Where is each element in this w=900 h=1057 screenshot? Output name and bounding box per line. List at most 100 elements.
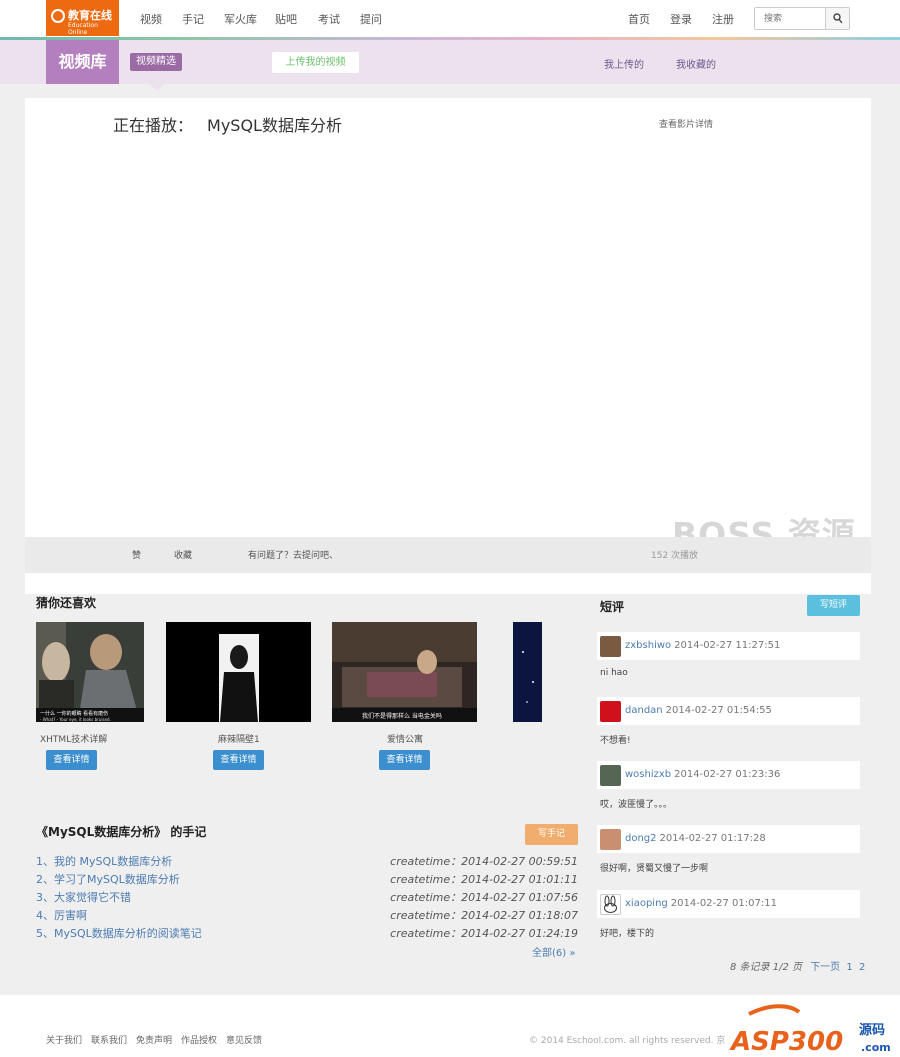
search-input[interactable] xyxy=(754,7,826,30)
nav-home[interactable]: 首页 xyxy=(628,11,650,27)
review-time: 2014-02-27 01:23:36 xyxy=(674,769,781,780)
video-library-title: 视频库 xyxy=(46,40,119,84)
note-title[interactable]: 4、厉害啊 xyxy=(36,907,87,923)
nav-login[interactable]: 登录 xyxy=(670,11,692,27)
video-caption[interactable]: 麻辣隔壁1 xyxy=(218,732,260,745)
next-page-link[interactable]: 下一页 xyxy=(810,962,840,973)
video-thumbnail[interactable]: 我们不是得那样么 当电金关吗 xyxy=(332,622,477,722)
note-title[interactable]: 1、我的 MySQL数据库分析 xyxy=(36,853,172,869)
footer-contact-link[interactable]: 联系我们 xyxy=(91,1033,127,1046)
video-detail-link[interactable]: 查看影片详情 xyxy=(659,117,713,130)
video-thumbnail[interactable] xyxy=(166,622,311,722)
avatar[interactable] xyxy=(600,894,621,915)
nav-video[interactable]: 视频 xyxy=(140,11,162,27)
page-link-2[interactable]: 2 xyxy=(859,962,865,973)
review-text: 哎，波匪慢了。。。 xyxy=(600,800,673,810)
note-item[interactable]: 3、大家觉得它不错 createtime：2014-02-27 01:07:56 xyxy=(36,889,578,905)
footer-license-link[interactable]: 作品授权 xyxy=(181,1033,217,1046)
avatar[interactable] xyxy=(600,636,621,657)
copyright-text: © 2014 Eschool.com. all rights reserved.… xyxy=(529,1036,726,1046)
thumbnail-image: 我们不是得那样么 当电金关吗 xyxy=(332,622,477,722)
asp-logo-com: .com xyxy=(861,1041,891,1054)
review-text: ni hao xyxy=(600,668,628,678)
footer-about-link[interactable]: 关于我们 xyxy=(46,1033,82,1046)
review-meta: zxbshiwo 2014-02-27 11:27:51 xyxy=(625,640,780,651)
review-username[interactable]: dandan xyxy=(625,705,663,716)
review-header: woshizxb 2014-02-27 01:23:36 xyxy=(597,761,860,789)
upload-video-button[interactable]: 上传我的视频 xyxy=(272,52,359,73)
video-player-panel: 正在播放： MySQL数据库分析 查看影片详情 BOSS 资源 赞 收藏 有问题了… xyxy=(25,98,871,594)
notes-title: 《MySQL数据库分析》 的手记 xyxy=(36,825,207,839)
review-header: zxbshiwo 2014-02-27 11:27:51 xyxy=(597,632,860,660)
review-username[interactable]: woshizxb xyxy=(625,769,671,780)
featured-videos-tab[interactable]: 视频精选 xyxy=(130,53,182,71)
like-button[interactable]: 赞 xyxy=(132,548,141,561)
review-username[interactable]: zxbshiwo xyxy=(625,640,671,651)
page-link-1[interactable]: 1 xyxy=(846,962,852,973)
my-favorites-link[interactable]: 我收藏的 xyxy=(676,56,716,71)
video-caption[interactable]: XHTML技术详解 xyxy=(40,732,107,745)
note-item[interactable]: 1、我的 MySQL数据库分析 createtime：2014-02-27 00… xyxy=(36,853,578,869)
avatar[interactable] xyxy=(600,701,621,722)
active-indicator xyxy=(150,84,164,91)
note-item[interactable]: 4、厉害啊 createtime：2014-02-27 01:18:07 xyxy=(36,907,578,923)
footer-feedback-link[interactable]: 意见反馈 xyxy=(226,1033,262,1046)
note-time: createtime：2014-02-27 01:01:11 xyxy=(390,873,578,886)
view-detail-button[interactable]: 查看详情 xyxy=(379,750,430,770)
avatar[interactable] xyxy=(600,829,621,850)
video-caption[interactable]: 爱情公寓 xyxy=(387,732,423,745)
search-button[interactable] xyxy=(826,7,850,30)
video-thumbnail[interactable] xyxy=(513,622,542,722)
video-thumbnail[interactable]: 一什么 一你的眼睛 看看有磨伤 - What? - Your eye, it l… xyxy=(36,622,144,722)
review-text: 不想看! xyxy=(600,736,631,746)
site-logo[interactable]: 教育在线 Education Online xyxy=(46,0,119,36)
search-icon xyxy=(833,13,843,24)
review-meta: woshizxb 2014-02-27 01:23:36 xyxy=(625,769,780,780)
review-pagination: 8 条记录 1/2 页 下一页 1 2 xyxy=(730,958,865,973)
ask-question-link[interactable]: 有问题了？去提问吧、 xyxy=(248,548,338,561)
footer-disclaimer-link[interactable]: 免责声明 xyxy=(136,1033,172,1046)
note-title[interactable]: 3、大家觉得它不错 xyxy=(36,889,131,905)
write-note-button[interactable]: 写手记 xyxy=(525,824,578,845)
note-time: createtime：2014-02-27 01:24:19 xyxy=(390,927,578,940)
nav-notes[interactable]: 手记 xyxy=(182,11,204,27)
review-text: 很好啊，贤蜀又慢了一步啊 xyxy=(600,864,709,874)
nav-forum[interactable]: 贴吧 xyxy=(275,11,297,27)
avatar[interactable] xyxy=(600,765,621,786)
note-time: createtime：2014-02-27 01:07:56 xyxy=(390,891,578,904)
thumbnail-image xyxy=(166,622,311,722)
favorite-button[interactable]: 收藏 xyxy=(174,548,192,561)
player-toolbar: 赞 收藏 有问题了？去提问吧、 152 次播放 xyxy=(25,537,871,573)
asp-logo-text: ASP300 xyxy=(729,1027,843,1056)
logo-text: 教育在线 xyxy=(68,9,112,22)
review-meta: xiaoping 2014-02-27 01:07:11 xyxy=(625,898,777,909)
review-username[interactable]: xiaoping xyxy=(625,898,668,909)
all-notes-link[interactable]: 全部(6) » xyxy=(532,944,575,959)
nav-register[interactable]: 注册 xyxy=(712,11,734,27)
note-time: createtime：2014-02-27 01:18:07 xyxy=(390,909,578,922)
note-time: createtime：2014-02-27 00:59:51 xyxy=(390,855,578,868)
top-navbar: 教育在线 Education Online 视频 手记 军火库 贴吧 考试 提问… xyxy=(0,0,900,38)
reviews-title: 短评 xyxy=(600,600,625,614)
subtitle-line: 一什么 一你的眼睛 看看有磨伤 xyxy=(40,710,108,717)
play-count: 152 次播放 xyxy=(651,551,699,561)
my-uploads-link[interactable]: 我上传的 xyxy=(604,56,644,71)
note-item[interactable]: 2、学习了MySQL数据库分析 createtime：2014-02-27 01… xyxy=(36,871,578,887)
review-header: xiaoping 2014-02-27 01:07:11 xyxy=(597,890,860,918)
review-time: 2014-02-27 01:17:28 xyxy=(659,833,766,844)
review-header: dandan 2014-02-27 01:54:55 xyxy=(597,697,860,725)
now-playing-heading: 正在播放： MySQL数据库分析 xyxy=(113,112,342,136)
review-header: dong2 2014-02-27 01:17:28 xyxy=(597,825,860,853)
nav-ask[interactable]: 提问 xyxy=(360,11,382,27)
view-detail-button[interactable]: 查看详情 xyxy=(46,750,97,770)
asp300-logo[interactable]: ASP300 源码 .com xyxy=(729,1004,897,1056)
review-username[interactable]: dong2 xyxy=(625,833,657,844)
view-detail-button[interactable]: 查看详情 xyxy=(213,750,264,770)
nav-arsenal[interactable]: 军火库 xyxy=(224,11,257,27)
rabbit-icon xyxy=(604,895,617,913)
note-item[interactable]: 5、MySQL数据库分析的阅读笔记 createtime：2014-02-27 … xyxy=(36,925,578,941)
nav-exam[interactable]: 考试 xyxy=(318,11,340,27)
note-title[interactable]: 5、MySQL数据库分析的阅读笔记 xyxy=(36,925,202,941)
note-title[interactable]: 2、学习了MySQL数据库分析 xyxy=(36,871,180,887)
write-review-button[interactable]: 写短评 xyxy=(807,595,860,616)
